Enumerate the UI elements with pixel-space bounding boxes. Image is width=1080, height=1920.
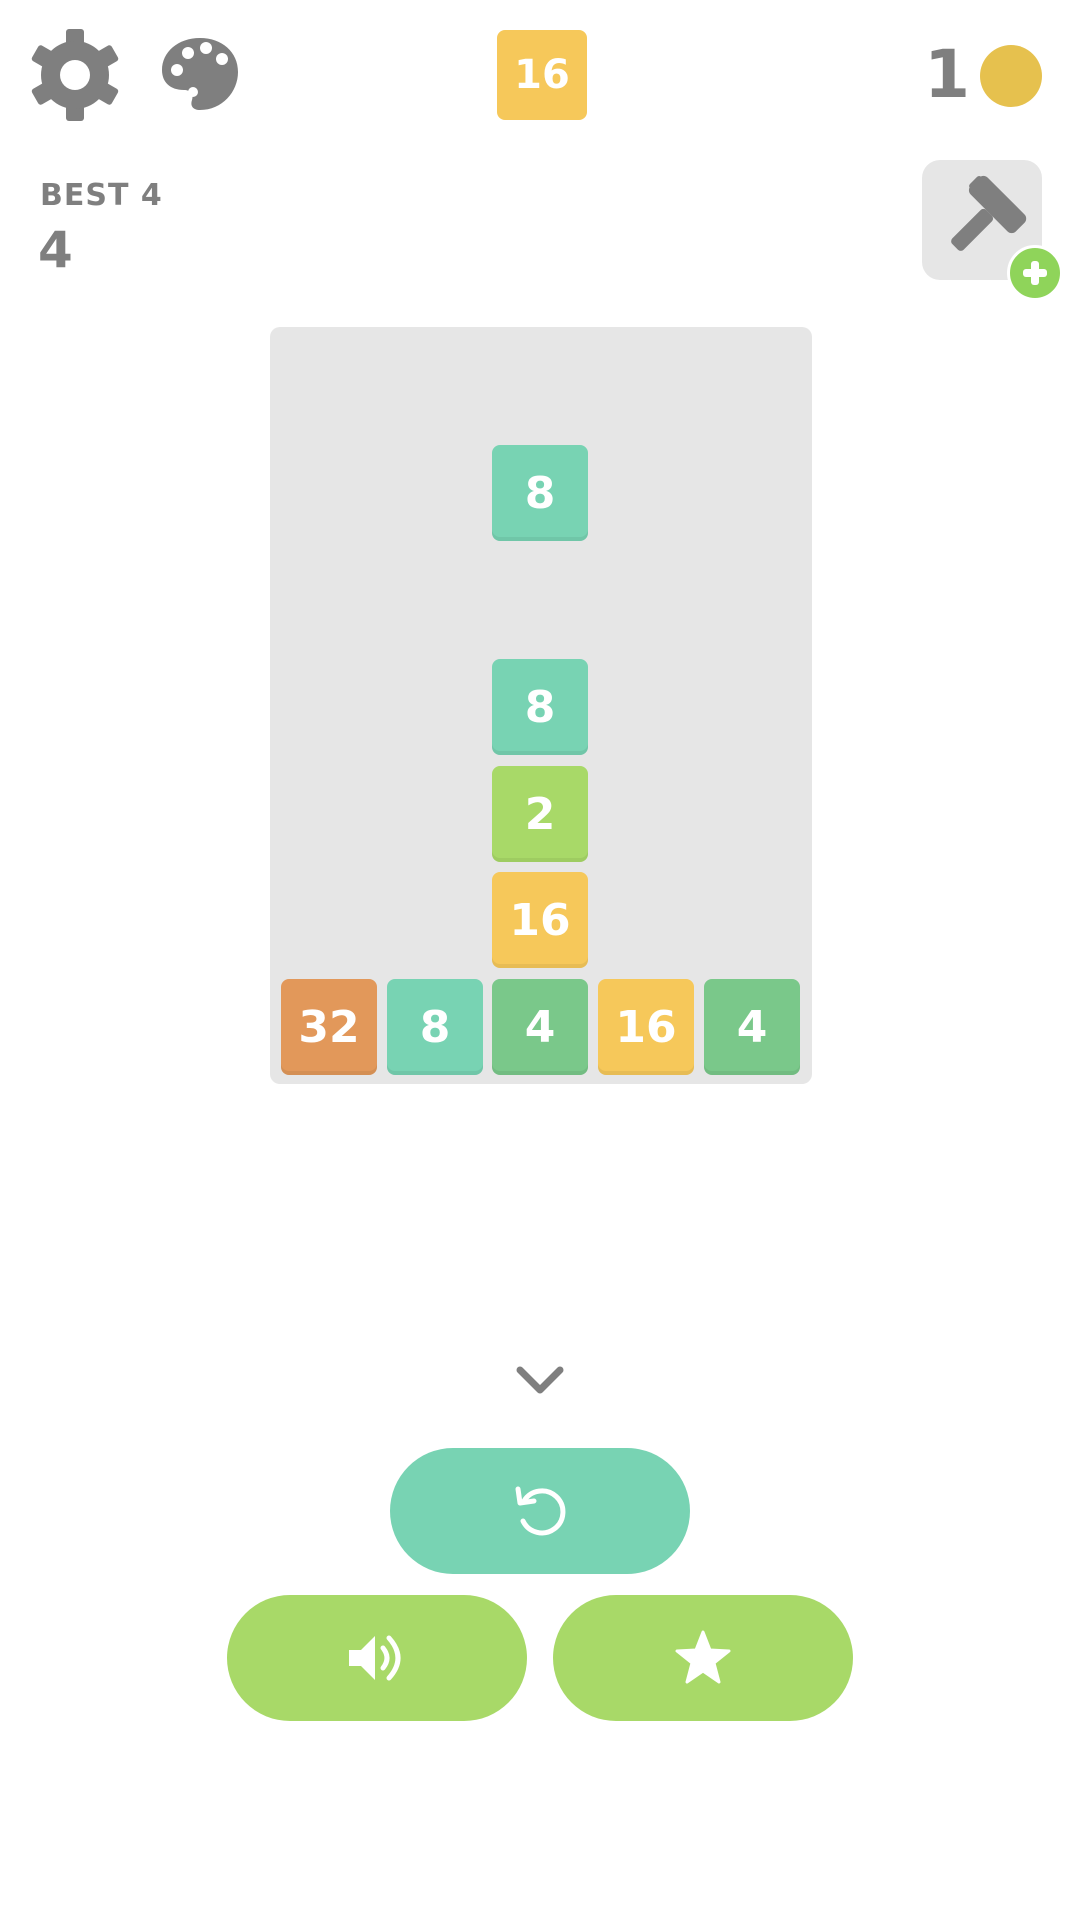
falling-tile[interactable]: 8: [492, 445, 588, 541]
tile-value: 16: [615, 1001, 677, 1053]
tile-value: 4: [524, 1001, 556, 1053]
star-icon: [675, 1630, 731, 1684]
settings-button[interactable]: [28, 28, 122, 122]
current-score: 4: [38, 221, 73, 279]
board-tile: 32: [281, 979, 377, 1075]
palette-icon: [162, 38, 238, 110]
speaker-icon: [349, 1635, 401, 1681]
sound-toggle-button[interactable]: [227, 1595, 527, 1721]
plus-icon: [1023, 261, 1047, 285]
tile-value: 32: [298, 1001, 360, 1053]
restart-button[interactable]: [390, 1448, 690, 1574]
add-powerup-button[interactable]: [1007, 245, 1063, 301]
tile-value: 16: [509, 894, 571, 946]
board-tile: 4: [492, 979, 588, 1075]
next-tile-value: 16: [514, 52, 570, 98]
gear-icon: [31, 29, 119, 121]
chevron-down-icon: [516, 1366, 564, 1394]
next-tile-preview: 16: [497, 30, 587, 120]
rate-button[interactable]: [553, 1595, 853, 1721]
tile-value: 2: [524, 788, 556, 840]
board-tile: 8: [387, 979, 483, 1075]
board-tile: 16: [492, 872, 588, 968]
board-tile: 4: [704, 979, 800, 1075]
board-tile: 8: [492, 659, 588, 755]
coin-count: 1: [924, 36, 970, 113]
palette-button[interactable]: [160, 34, 240, 114]
tile-value: 8: [524, 681, 556, 733]
tile-value: 8: [524, 467, 556, 519]
board-tile: 16: [598, 979, 694, 1075]
tile-value: 8: [419, 1001, 451, 1053]
collapse-button[interactable]: [514, 1362, 566, 1398]
tile-value: 4: [736, 1001, 768, 1053]
restart-icon: [515, 1486, 566, 1536]
board-tile: 2: [492, 766, 588, 862]
coin-icon: [980, 45, 1042, 107]
best-score: BEST 4: [40, 178, 163, 213]
